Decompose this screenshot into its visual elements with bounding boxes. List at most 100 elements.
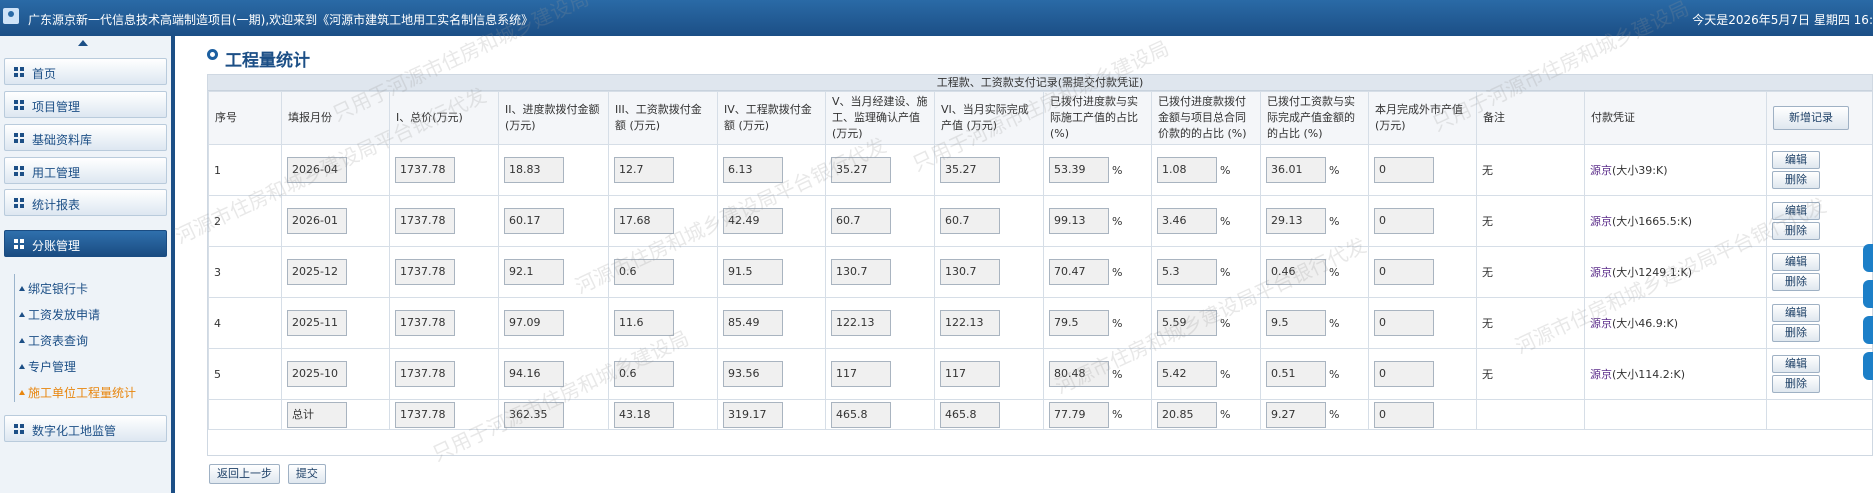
value-field[interactable]: 91.5 — [723, 259, 783, 285]
value-field[interactable]: 1737.78 — [395, 401, 455, 428]
value-field[interactable]: 1737.78 — [395, 259, 455, 285]
value-field[interactable]: 117 — [940, 361, 1000, 387]
edit-button[interactable]: 编辑 — [1772, 202, 1820, 220]
value-field[interactable]: 5.59 — [1157, 310, 1217, 336]
float-tab[interactable] — [1863, 316, 1873, 344]
value-field[interactable]: 1737.78 — [395, 310, 455, 336]
value-field[interactable]: 362.35 — [504, 401, 564, 428]
value-field[interactable]: 36.01 — [1266, 157, 1326, 183]
subitem-wage-query[interactable]: 工资表查询 — [18, 332, 88, 349]
delete-button[interactable]: 删除 — [1772, 273, 1820, 291]
delete-button[interactable]: 删除 — [1772, 375, 1820, 393]
value-field[interactable]: 122.13 — [940, 310, 1000, 336]
value-field[interactable]: 319.17 — [723, 401, 783, 428]
value-field[interactable]: 130.7 — [831, 259, 891, 285]
value-field[interactable]: 2026-04 — [287, 157, 347, 183]
collapse-arrow-icon[interactable] — [78, 40, 88, 46]
value-field[interactable]: 1737.78 — [395, 361, 455, 387]
value-field[interactable]: 92.1 — [504, 259, 564, 285]
delete-button[interactable]: 删除 — [1772, 171, 1820, 189]
value-field[interactable]: 1737.78 — [395, 157, 455, 183]
value-field[interactable]: 20.85 — [1157, 401, 1217, 428]
edit-button[interactable]: 编辑 — [1772, 253, 1820, 271]
value-field[interactable]: 117 — [831, 361, 891, 387]
value-field[interactable]: 9.5 — [1266, 310, 1326, 336]
value-field[interactable]: 0 — [1374, 259, 1434, 285]
float-tab[interactable] — [1863, 280, 1873, 308]
sidebar-item-home[interactable]: 首页 — [4, 58, 167, 85]
value-field[interactable]: 12.7 — [614, 157, 674, 183]
voucher-link[interactable]: 源京 — [1590, 266, 1612, 279]
value-field[interactable]: 60.7 — [940, 208, 1000, 234]
value-field[interactable]: 2025-12 — [287, 259, 347, 285]
value-field[interactable]: 0 — [1374, 361, 1434, 387]
subitem-account-mgmt[interactable]: 专户管理 — [18, 358, 76, 375]
value-field[interactable]: 1.08 — [1157, 157, 1217, 183]
value-field[interactable]: 5.42 — [1157, 361, 1217, 387]
voucher-link[interactable]: 源京 — [1590, 215, 1612, 228]
voucher-link[interactable]: 源京 — [1590, 164, 1612, 177]
value-field[interactable]: 35.27 — [831, 157, 891, 183]
value-field[interactable]: 42.49 — [723, 208, 783, 234]
value-field[interactable]: 122.13 — [831, 310, 891, 336]
value-field[interactable]: 0.6 — [614, 361, 674, 387]
value-field[interactable]: 2025-11 — [287, 310, 347, 336]
value-field[interactable]: 97.09 — [504, 310, 564, 336]
voucher-link[interactable]: 源京 — [1590, 317, 1612, 330]
value-field[interactable]: 94.16 — [504, 361, 564, 387]
value-field[interactable]: 0.51 — [1266, 361, 1326, 387]
sidebar-item-base-data[interactable]: 基础资料库 — [4, 124, 167, 151]
delete-button[interactable]: 删除 — [1772, 222, 1820, 240]
value-field[interactable]: 5.3 — [1157, 259, 1217, 285]
value-field[interactable]: 18.83 — [504, 157, 564, 183]
edit-button[interactable]: 编辑 — [1772, 304, 1820, 322]
value-field[interactable]: 465.8 — [831, 401, 891, 428]
sidebar-item-project[interactable]: 项目管理 — [4, 91, 167, 118]
float-tab[interactable] — [1863, 244, 1873, 272]
value-field[interactable]: 80.48 — [1049, 361, 1109, 387]
edit-button[interactable]: 编辑 — [1772, 355, 1820, 373]
voucher-link[interactable]: 源京 — [1590, 368, 1612, 381]
delete-button[interactable]: 删除 — [1772, 324, 1820, 342]
subitem-wage-request[interactable]: 工资发放申请 — [18, 306, 100, 323]
value-field[interactable]: 2025-10 — [287, 361, 347, 387]
sidebar-item-accounts[interactable]: 分账管理 — [4, 230, 167, 257]
value-field[interactable]: 0 — [1374, 310, 1434, 336]
back-button[interactable]: 返回上一步 — [209, 464, 280, 484]
submit-button[interactable]: 提交 — [287, 464, 326, 484]
sidebar-item-labor[interactable]: 用工管理 — [4, 157, 167, 184]
sidebar-item-digital-site[interactable]: 数字化工地监管 — [4, 415, 167, 442]
value-field[interactable]: 29.13 — [1266, 208, 1326, 234]
value-field[interactable]: 11.6 — [614, 310, 674, 336]
value-field[interactable]: 53.39 — [1049, 157, 1109, 183]
value-field[interactable]: 130.7 — [940, 259, 1000, 285]
value-field[interactable]: 2026-01 — [287, 208, 347, 234]
value-field[interactable]: 70.47 — [1049, 259, 1109, 285]
value-field[interactable]: 99.13 — [1049, 208, 1109, 234]
value-field[interactable]: 6.13 — [723, 157, 783, 183]
value-field[interactable]: 0 — [1374, 208, 1434, 234]
value-field[interactable]: 43.18 — [614, 401, 674, 428]
edit-button[interactable]: 编辑 — [1772, 151, 1820, 169]
add-record-button[interactable]: 新增记录 — [1773, 106, 1849, 130]
value-field[interactable]: 3.46 — [1157, 208, 1217, 234]
sidebar-item-reports[interactable]: 统计报表 — [4, 189, 167, 216]
value-field[interactable]: 60.7 — [831, 208, 891, 234]
value-field[interactable]: 0.46 — [1266, 259, 1326, 285]
value-field[interactable]: 9.27 — [1266, 401, 1326, 428]
value-field[interactable]: 60.17 — [504, 208, 564, 234]
value-field[interactable]: 85.49 — [723, 310, 783, 336]
value-field[interactable]: 465.8 — [940, 401, 1000, 428]
value-field[interactable]: 0 — [1374, 157, 1434, 183]
value-field[interactable]: 1737.78 — [395, 208, 455, 234]
float-tab[interactable] — [1863, 352, 1873, 380]
value-field[interactable]: 77.79 — [1049, 401, 1109, 428]
subitem-bind-bank-card[interactable]: 绑定银行卡 — [18, 280, 88, 297]
value-field[interactable]: 17.68 — [614, 208, 674, 234]
value-field[interactable]: 79.5 — [1049, 310, 1109, 336]
value-field[interactable]: 0.6 — [614, 259, 674, 285]
value-field[interactable]: 0 — [1374, 401, 1434, 428]
value-field[interactable]: 93.56 — [723, 361, 783, 387]
value-field[interactable]: 35.27 — [940, 157, 1000, 183]
subitem-workload-stats[interactable]: 施工单位工程量统计 — [18, 384, 136, 401]
